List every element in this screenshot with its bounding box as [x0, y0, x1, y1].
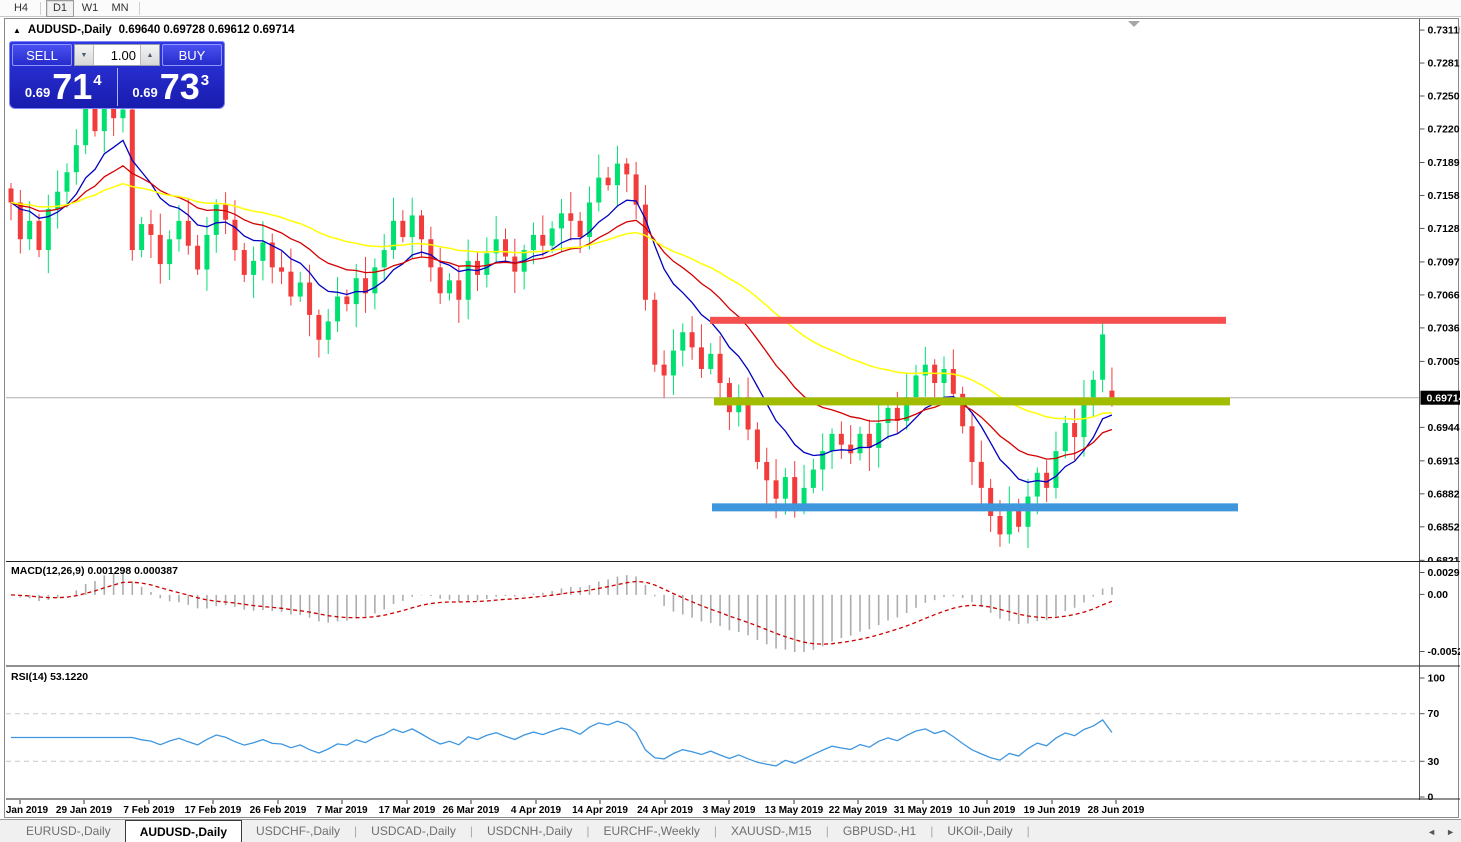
tab-usdcad-daily[interactable]: USDCAD-,Daily: [357, 820, 470, 842]
svg-text:0.68520: 0.68520: [1428, 521, 1461, 533]
svg-text:17 Feb 2019: 17 Feb 2019: [185, 805, 242, 816]
chart-tab-bar: EURUSD-,Daily AUDUSD-,Daily USDCHF-,Dail…: [0, 819, 1461, 842]
timeframe-h4-button[interactable]: H4: [7, 0, 35, 17]
svg-text:26 Feb 2019: 26 Feb 2019: [250, 805, 307, 816]
svg-text:31 May 2019: 31 May 2019: [894, 805, 953, 816]
tab-xauusd-m15[interactable]: XAUUSD-,M15: [717, 820, 826, 842]
buy-price-display[interactable]: 0.69 73 3: [118, 68, 225, 106]
tab-scroll-left-icon[interactable]: ◄: [1427, 827, 1436, 837]
date-axis[interactable]: 20 Jan 2019 29 Jan 2019 7 Feb 2019 17 Feb 2…: [5, 800, 1460, 818]
svg-text:0.71585: 0.71585: [1428, 190, 1461, 202]
tab-scroll-right-icon[interactable]: ►: [1446, 827, 1455, 837]
svg-text:0.73115: 0.73115: [1428, 25, 1461, 37]
tab-eurchf-weekly[interactable]: EURCHF-,Weekly: [589, 820, 713, 842]
resistance-line[interactable]: [710, 316, 1226, 324]
volume-decrease-button[interactable]: ▼: [75, 45, 94, 65]
svg-text:0.71890: 0.71890: [1428, 157, 1461, 169]
svg-text:0.70360: 0.70360: [1428, 322, 1461, 334]
ma-fast-line: [10, 139, 1113, 483]
svg-text:0.69130: 0.69130: [1428, 455, 1461, 467]
svg-text:26 Mar 2019: 26 Mar 2019: [443, 805, 500, 816]
svg-text:7 Feb 2019: 7 Feb 2019: [123, 805, 175, 816]
svg-text:20 Jan 2019: 20 Jan 2019: [5, 805, 49, 816]
buy-price-prefix: 0.69: [132, 84, 158, 100]
timeframe-d1-button[interactable]: D1: [46, 0, 74, 17]
support-line[interactable]: [712, 503, 1238, 512]
svg-text:3 May 2019: 3 May 2019: [703, 805, 756, 816]
svg-text:13 May 2019: 13 May 2019: [765, 805, 824, 816]
svg-text:4 Apr 2019: 4 Apr 2019: [511, 805, 562, 816]
mt4-application: H4 D1 W1 MN ▲ AUDUSD-,Daily 0.69640 0.69…: [0, 0, 1461, 842]
svg-text:0.68210: 0.68210: [1428, 555, 1461, 562]
chart-window: ▲ AUDUSD-,Daily 0.69640 0.69728 0.69612 …: [4, 18, 1461, 818]
svg-text:70: 70: [1428, 708, 1440, 720]
rsi-indicator-canvas[interactable]: 10070300: [5, 667, 1460, 800]
tab-gbpusd-h1[interactable]: GBPUSD-,H1: [829, 820, 930, 842]
candles-group: [8, 65, 1115, 549]
date-axis-labels[interactable]: 20 Jan 2019 29 Jan 2019 7 Feb 2019 17 Feb 2…: [5, 800, 1145, 816]
svg-text:7 Mar 2019: 7 Mar 2019: [316, 805, 368, 816]
price-axis-labels[interactable]: 0.73115 0.72810 0.72505 0.72200 0.71890 0.715…: [1419, 25, 1461, 562]
rsi-line: [11, 719, 1113, 767]
svg-text:0.71280: 0.71280: [1428, 223, 1461, 235]
rsi-label: RSI(14) 53.1220: [11, 671, 89, 683]
svg-text:19 Jun 2019: 19 Jun 2019: [1024, 805, 1081, 816]
svg-text:0.72200: 0.72200: [1428, 123, 1461, 135]
timeframe-w1-button[interactable]: W1: [76, 0, 104, 17]
svg-text:0.72505: 0.72505: [1428, 91, 1461, 103]
toolbar-separator: [139, 1, 140, 15]
tab-eurusd-daily[interactable]: EURUSD-,Daily: [12, 820, 125, 842]
svg-text:14 Apr 2019: 14 Apr 2019: [572, 805, 628, 816]
macd-histogram: [19, 572, 1113, 652]
svg-text:-0.005256: -0.005256: [1428, 646, 1461, 658]
sell-price-prefix: 0.69: [24, 84, 51, 100]
macd-label: MACD(12,26,9) 0.001298 0.000387: [11, 565, 178, 577]
svg-text:29 Jan 2019: 29 Jan 2019: [56, 805, 113, 816]
svg-text:100: 100: [1428, 673, 1446, 685]
svg-text:0.72810: 0.72810: [1428, 58, 1461, 70]
svg-text:0.69440: 0.69440: [1428, 422, 1461, 434]
volume-input[interactable]: 1.00: [94, 45, 140, 65]
tab-usdchf-daily[interactable]: USDCHF-,Daily: [242, 820, 354, 842]
svg-text:10 Jun 2019: 10 Jun 2019: [959, 805, 1016, 816]
svg-text:0.68825: 0.68825: [1428, 488, 1461, 500]
pivot-line[interactable]: [714, 397, 1230, 406]
svg-text:24 Apr 2019: 24 Apr 2019: [637, 805, 693, 816]
buy-button[interactable]: BUY: [162, 44, 222, 66]
volume-control: ▼ 1.00 ▲: [74, 44, 160, 66]
timeframe-toolbar: H4 D1 W1 MN: [0, 0, 1461, 17]
volume-increase-button[interactable]: ▲: [140, 45, 159, 65]
timeframe-mn-button[interactable]: MN: [106, 0, 134, 17]
svg-text:0.70665: 0.70665: [1428, 289, 1461, 301]
svg-text:22 May 2019: 22 May 2019: [829, 805, 888, 816]
macd-indicator-canvas[interactable]: 0.002984 0.00 -0.005256: [5, 562, 1460, 667]
svg-text:0.002984: 0.002984: [1428, 567, 1461, 579]
one-click-trading-panel: SELL ▼ 1.00 ▲ BUY 0.69 71 4 0.69 73 3: [9, 41, 225, 109]
sell-price-display[interactable]: 0.69 71 4: [10, 68, 118, 106]
sell-price-point: 4: [93, 71, 102, 89]
svg-text:17 Mar 2019: 17 Mar 2019: [379, 805, 436, 816]
toolbar-separator: [40, 1, 41, 15]
tab-audusd-daily[interactable]: AUDUSD-,Daily: [124, 820, 243, 842]
rsi-axis-labels[interactable]: 10070300: [1419, 673, 1446, 801]
tab-ukoil-daily[interactable]: UKOil-,Daily: [933, 820, 1026, 842]
svg-text:0.70970: 0.70970: [1428, 256, 1461, 268]
buy-price-point: 3: [200, 71, 210, 89]
svg-text:28 Jun 2019: 28 Jun 2019: [1088, 805, 1145, 816]
svg-text:0.70050: 0.70050: [1428, 356, 1461, 368]
svg-text:30: 30: [1428, 756, 1440, 768]
tab-usdcnh-daily[interactable]: USDCNH-,Daily: [473, 820, 586, 842]
buy-price-pips: 73: [159, 66, 200, 107]
macd-axis-labels[interactable]: 0.002984 0.00 -0.005256: [1419, 567, 1461, 658]
sell-price-pips: 71: [52, 66, 93, 107]
svg-text:0.69714: 0.69714: [1427, 393, 1461, 405]
sell-button[interactable]: SELL: [12, 44, 72, 66]
tab-separator: |: [1026, 824, 1030, 838]
svg-text:0.00: 0.00: [1428, 589, 1449, 601]
chart-shift-marker-icon[interactable]: [1128, 21, 1140, 27]
